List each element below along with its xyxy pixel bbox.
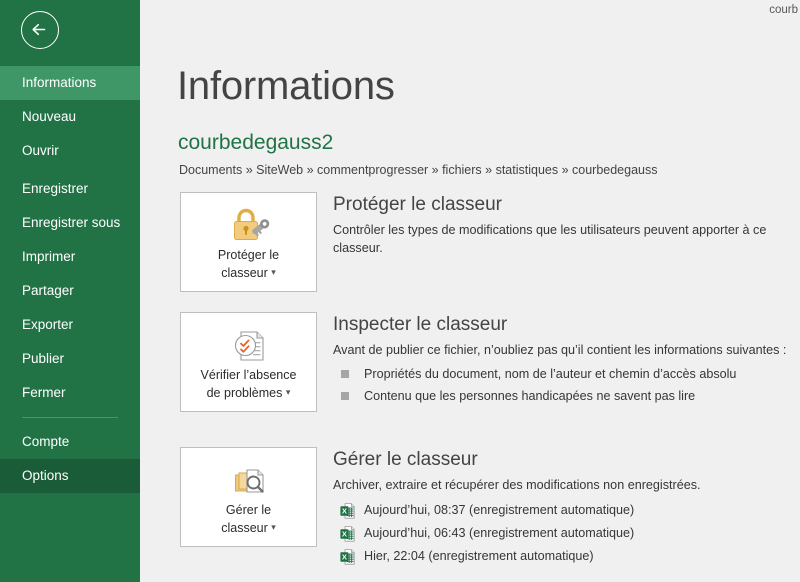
padlock-key-icon <box>181 203 316 247</box>
inspect-issues-list: Propriétés du document, nom de l’auteur … <box>333 363 793 407</box>
list-item[interactable]: X Aujourd’hui, 08:37 (enregistrement aut… <box>333 499 793 522</box>
sidebar-item-informations[interactable]: Informations <box>0 66 140 100</box>
sidebar-item-label: Enregistrer sous <box>22 215 121 230</box>
chevron-down-icon: ▾ <box>271 522 276 532</box>
protect-workbook-body: Protéger le classeur Contrôler les types… <box>333 192 793 257</box>
manage-workbook-description: Archiver, extraire et récupérer des modi… <box>333 478 701 492</box>
chevron-down-icon: ▾ <box>271 267 276 277</box>
sidebar-item-imprimer[interactable]: Imprimer <box>0 240 140 274</box>
protect-workbook-label: Protéger le classeur ▾ <box>181 247 316 282</box>
sidebar-item-fermer[interactable]: Fermer <box>0 376 140 410</box>
excel-file-icon: X <box>340 549 355 573</box>
version-label: Aujourd’hui, 06:43 (enregistrement autom… <box>364 526 635 540</box>
sidebar-item-label: Exporter <box>22 317 74 332</box>
excel-backstage-view: courb Informations Nouveau Ouvrir Enregi… <box>0 0 800 582</box>
label-line-2: classeur <box>221 521 268 535</box>
sidebar-item-label: Partager <box>22 283 74 298</box>
protect-workbook-description: Contrôler les types de modifications que… <box>333 223 767 255</box>
sidebar-item-exporter[interactable]: Exporter <box>0 308 140 342</box>
label-line-2: classeur <box>221 266 268 280</box>
square-bullet-icon <box>341 392 349 400</box>
list-item-label: Contenu que les personnes handicapées ne… <box>364 389 696 403</box>
window-title-text: courb <box>769 4 798 16</box>
chevron-down-icon: ▾ <box>285 387 291 397</box>
svg-text:X: X <box>342 553 347 562</box>
sidebar-item-publier[interactable]: Publier <box>0 342 140 376</box>
sidebar-item-label: Imprimer <box>22 249 76 264</box>
sidebar-nav: Informations Nouveau Ouvrir Enregistrer … <box>0 66 140 493</box>
sidebar-divider <box>22 417 118 418</box>
sidebar-item-label: Enregistrer <box>22 181 89 196</box>
document-name: courbedegauss2 <box>178 131 334 154</box>
list-item: Contenu que les personnes handicapées ne… <box>333 385 793 407</box>
sidebar-item-compte[interactable]: Compte <box>0 425 140 459</box>
sidebar-item-ouvrir[interactable]: Ouvrir <box>0 134 140 168</box>
inspect-workbook-description: Avant de publier ce fichier, n’oubliez p… <box>333 343 787 357</box>
sidebar-item-nouveau[interactable]: Nouveau <box>0 100 140 134</box>
list-item-label: Propriétés du document, nom de l’auteur … <box>364 367 737 381</box>
list-item: Propriétés du document, nom de l’auteur … <box>333 363 793 385</box>
sidebar-item-label: Ouvrir <box>22 143 59 158</box>
back-arrow-icon[interactable] <box>21 11 59 49</box>
sidebar-item-partager[interactable]: Partager <box>0 274 140 308</box>
breadcrumb: Documents » SiteWeb » commentprogresser … <box>179 163 658 177</box>
sidebar-item-label: Informations <box>22 75 97 90</box>
version-label: Hier, 22:04 (enregistrement automatique) <box>364 549 594 563</box>
sidebar-item-label: Fermer <box>22 385 66 400</box>
sidebar-item-label: Options <box>22 468 69 483</box>
list-item[interactable]: X Aujourd’hui, 06:43 (enregistrement aut… <box>333 522 793 545</box>
protect-workbook-title: Protéger le classeur <box>333 194 502 215</box>
backstage-sidebar: Informations Nouveau Ouvrir Enregistrer … <box>0 0 140 582</box>
inspect-workbook-title: Inspecter le classeur <box>333 314 508 335</box>
sidebar-item-enregistrer[interactable]: Enregistrer <box>0 172 140 206</box>
check-for-issues-button[interactable]: Vérifier l’absence de problèmes ▾ <box>180 312 317 412</box>
sidebar-item-label: Compte <box>22 434 70 449</box>
manage-workbook-body: Gérer le classeur Archiver, extraire et … <box>333 447 793 568</box>
autosave-versions-list: X Aujourd’hui, 08:37 (enregistrement aut… <box>333 499 793 568</box>
window-title-fragment: courb <box>140 0 800 16</box>
manage-workbook-title: Gérer le classeur <box>333 449 478 470</box>
label-line-1: Vérifier l’absence <box>200 368 297 382</box>
sidebar-item-options[interactable]: Options <box>0 459 140 493</box>
manage-workbook-label: Gérer le classeur ▾ <box>181 502 316 537</box>
square-bullet-icon <box>341 370 349 378</box>
inspect-workbook-body: Inspecter le classeur Avant de publier c… <box>333 312 793 407</box>
page-title: Informations <box>177 64 395 108</box>
svg-text:X: X <box>342 530 347 539</box>
check-for-issues-label: Vérifier l’absence de problèmes ▾ <box>181 367 316 402</box>
list-item[interactable]: X Hier, 22:04 (enregistrement automatiqu… <box>333 545 793 568</box>
manage-workbook-button[interactable]: Gérer le classeur ▾ <box>180 447 317 547</box>
svg-text:X: X <box>342 507 347 516</box>
label-line-1: Gérer le <box>225 503 272 517</box>
label-line-2: de problèmes <box>206 386 283 400</box>
label-line-1: Protéger le <box>217 248 280 262</box>
version-label: Aujourd’hui, 08:37 (enregistrement autom… <box>364 503 635 517</box>
sidebar-item-enregistrer-sous[interactable]: Enregistrer sous <box>0 206 140 240</box>
sidebar-item-label: Nouveau <box>22 109 77 124</box>
document-inspect-icon <box>181 323 316 367</box>
protect-workbook-button[interactable]: Protéger le classeur ▾ <box>180 192 317 292</box>
backstage-main: Informations courbedegauss2 Documents » … <box>140 16 800 582</box>
document-stack-search-icon <box>181 458 316 502</box>
sidebar-item-label: Publier <box>22 351 65 366</box>
